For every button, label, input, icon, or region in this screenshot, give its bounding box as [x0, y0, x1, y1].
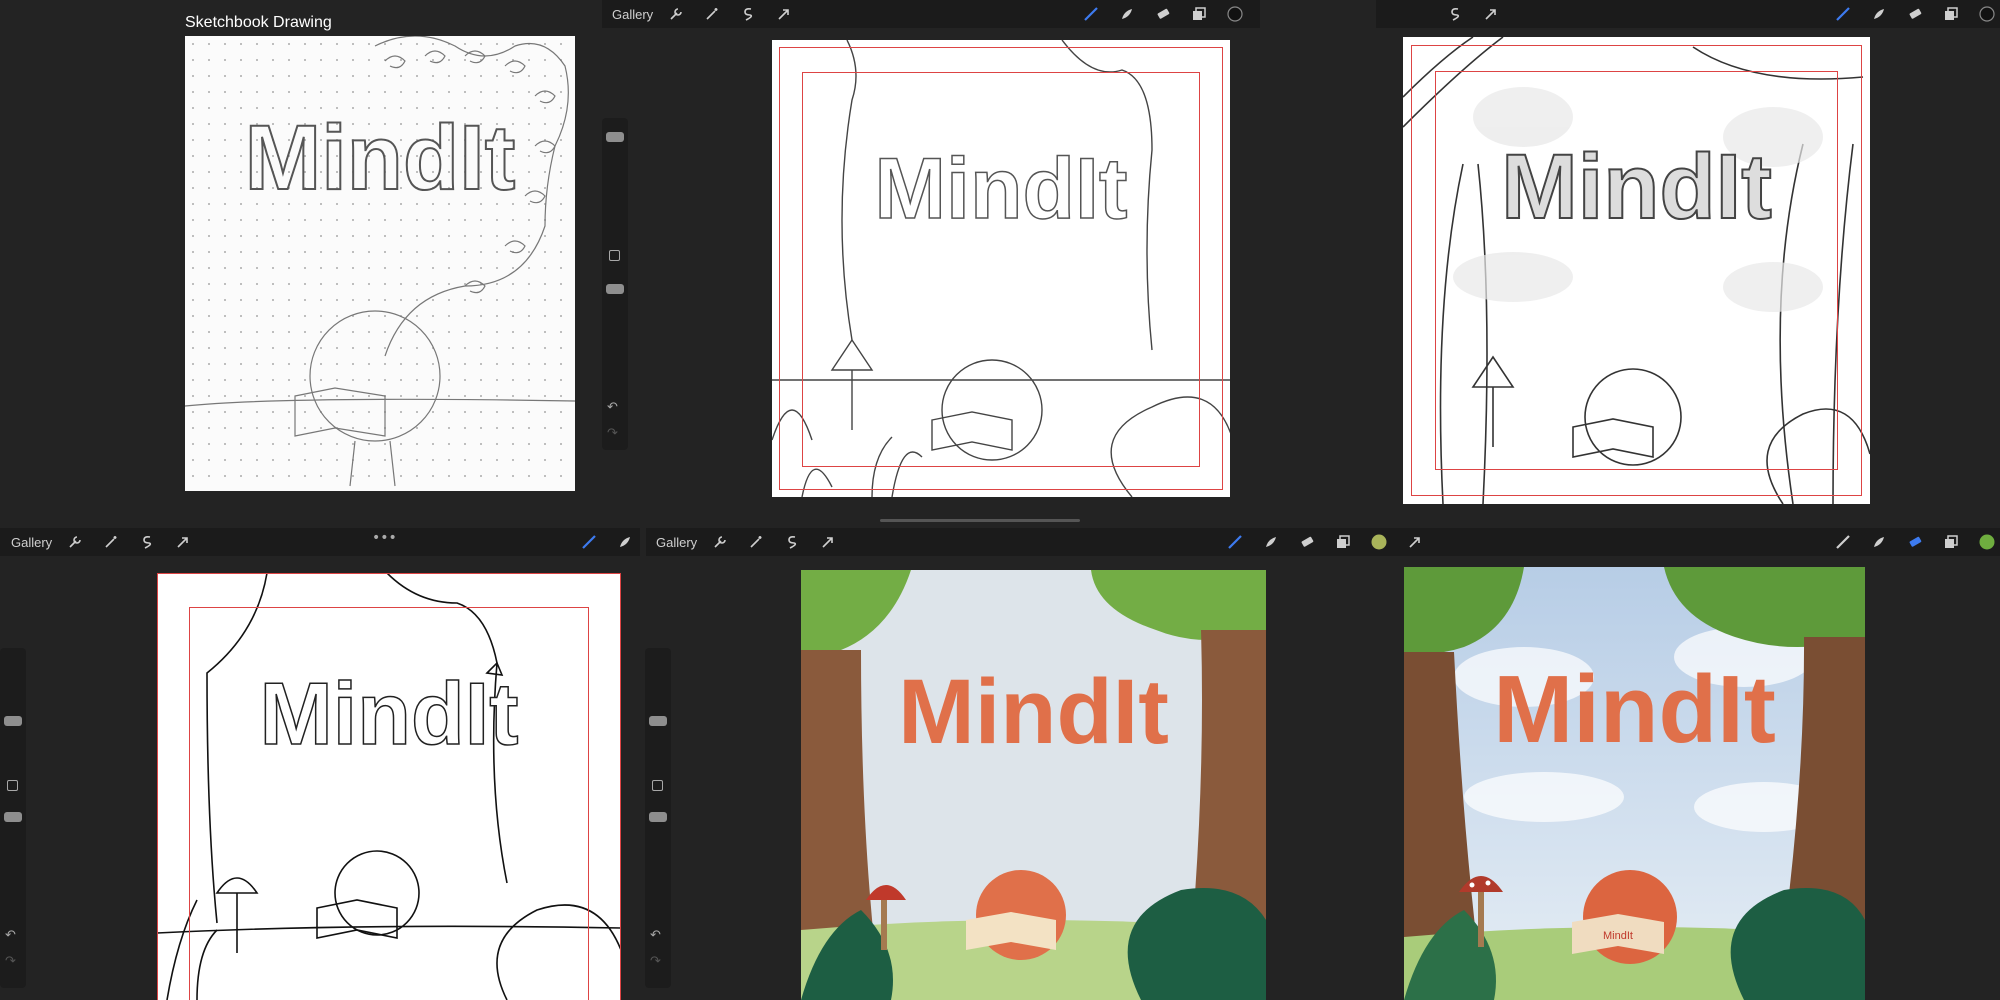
sketch-logo-3: MindIt: [1500, 135, 1773, 239]
undo-icon[interactable]: ↶: [5, 928, 16, 943]
sketch-canvas-3[interactable]: MindIt: [1403, 37, 1870, 504]
window-title: Sketchbook Drawing: [185, 14, 332, 31]
sketch-logo-1: MindIt: [244, 106, 517, 210]
selection-icon[interactable]: [1444, 3, 1466, 25]
smudge-icon[interactable]: [1116, 3, 1138, 25]
undo-icon[interactable]: ↶: [650, 928, 661, 943]
modify-button[interactable]: [7, 780, 18, 791]
transform-arrow-icon[interactable]: [1404, 531, 1426, 553]
wrench-icon[interactable]: [709, 531, 731, 553]
redo-icon[interactable]: ↷: [650, 954, 661, 969]
sketch-canvas-2[interactable]: MindIt: [772, 40, 1230, 497]
magic-wand-icon[interactable]: [100, 531, 122, 553]
brush-icon[interactable]: [1832, 531, 1854, 553]
color-swatch-icon[interactable]: [1976, 531, 1998, 553]
color-canvas-5[interactable]: MindIt: [801, 570, 1266, 1000]
final-canvas-6[interactable]: MindIt MindIt: [1404, 567, 1865, 1000]
opacity-slider[interactable]: [4, 812, 22, 822]
opacity-slider[interactable]: [606, 284, 624, 294]
sketch-canvas-1[interactable]: MindIt: [185, 36, 575, 491]
smudge-icon[interactable]: [1868, 531, 1890, 553]
modify-button[interactable]: [609, 250, 620, 261]
selection-icon[interactable]: [781, 531, 803, 553]
eraser-icon[interactable]: [1152, 3, 1174, 25]
toolbar-3: [1376, 0, 2000, 28]
brush-size-slider[interactable]: [4, 716, 22, 726]
selection-icon[interactable]: [136, 531, 158, 553]
brush-icon[interactable]: [1080, 3, 1102, 25]
brush-size-slider[interactable]: [649, 716, 667, 726]
brush-size-slider[interactable]: [606, 132, 624, 142]
lineart-logo-4: MindIt: [259, 663, 520, 764]
side-controls-5: ↶ ↷: [645, 648, 671, 988]
color-swatch-icon[interactable]: [1224, 3, 1246, 25]
gallery-button[interactable]: Gallery: [612, 7, 653, 22]
sketch-logo-2: MindIt: [874, 140, 1129, 238]
transform-arrow-icon[interactable]: [172, 531, 194, 553]
gallery-button[interactable]: Gallery: [656, 535, 697, 550]
toolbar-5: Gallery: [646, 528, 1426, 556]
smudge-icon[interactable]: [614, 531, 636, 553]
side-controls-4: ↶ ↷: [0, 648, 26, 988]
more-options-icon[interactable]: •••: [372, 530, 397, 546]
brush-icon[interactable]: [578, 531, 600, 553]
wrench-icon[interactable]: [665, 3, 687, 25]
redo-icon[interactable]: ↷: [607, 426, 618, 441]
side-controls-2: ↶ ↷: [602, 118, 628, 450]
color-swatch-icon[interactable]: [1368, 531, 1390, 553]
layers-icon[interactable]: [1188, 3, 1210, 25]
lineart-canvas-4[interactable]: MindIt: [157, 573, 621, 1000]
selection-icon[interactable]: [737, 3, 759, 25]
final-painting-6: MindIt: [1404, 567, 1865, 1000]
smudge-icon[interactable]: [1260, 531, 1282, 553]
transform-arrow-icon[interactable]: [773, 3, 795, 25]
opacity-slider[interactable]: [649, 812, 667, 822]
brush-icon[interactable]: [1832, 3, 1854, 25]
final-logo-6: MindIt: [1493, 656, 1776, 763]
eraser-icon[interactable]: [1296, 531, 1318, 553]
wrench-icon[interactable]: [64, 531, 86, 553]
undo-icon[interactable]: ↶: [607, 400, 618, 415]
redo-icon[interactable]: ↷: [5, 954, 16, 969]
book-label: MindIt: [1603, 930, 1633, 942]
brush-icon[interactable]: [1224, 531, 1246, 553]
eraser-icon[interactable]: [1904, 531, 1926, 553]
transform-arrow-icon[interactable]: [817, 531, 839, 553]
toolbar-2: Gallery: [602, 0, 1260, 28]
modify-button[interactable]: [652, 780, 663, 791]
eraser-icon[interactable]: [1904, 3, 1926, 25]
flat-color-drawing-5: [801, 570, 1266, 1000]
transform-arrow-icon[interactable]: [1480, 3, 1502, 25]
toolbar-6: [1426, 528, 2000, 556]
sketch-drawing-1: [185, 36, 575, 487]
magic-wand-icon[interactable]: [701, 3, 723, 25]
toolbar-4: Gallery: [0, 528, 640, 556]
color-swatch-icon[interactable]: [1976, 3, 1998, 25]
color-logo-5: MindIt: [898, 661, 1169, 763]
layers-icon[interactable]: [1940, 531, 1962, 553]
split-view-handle[interactable]: [880, 519, 1080, 522]
magic-wand-icon[interactable]: [745, 531, 767, 553]
gallery-button[interactable]: Gallery: [11, 535, 52, 550]
smudge-icon[interactable]: [1868, 3, 1890, 25]
layers-icon[interactable]: [1940, 3, 1962, 25]
layers-icon[interactable]: [1332, 531, 1354, 553]
